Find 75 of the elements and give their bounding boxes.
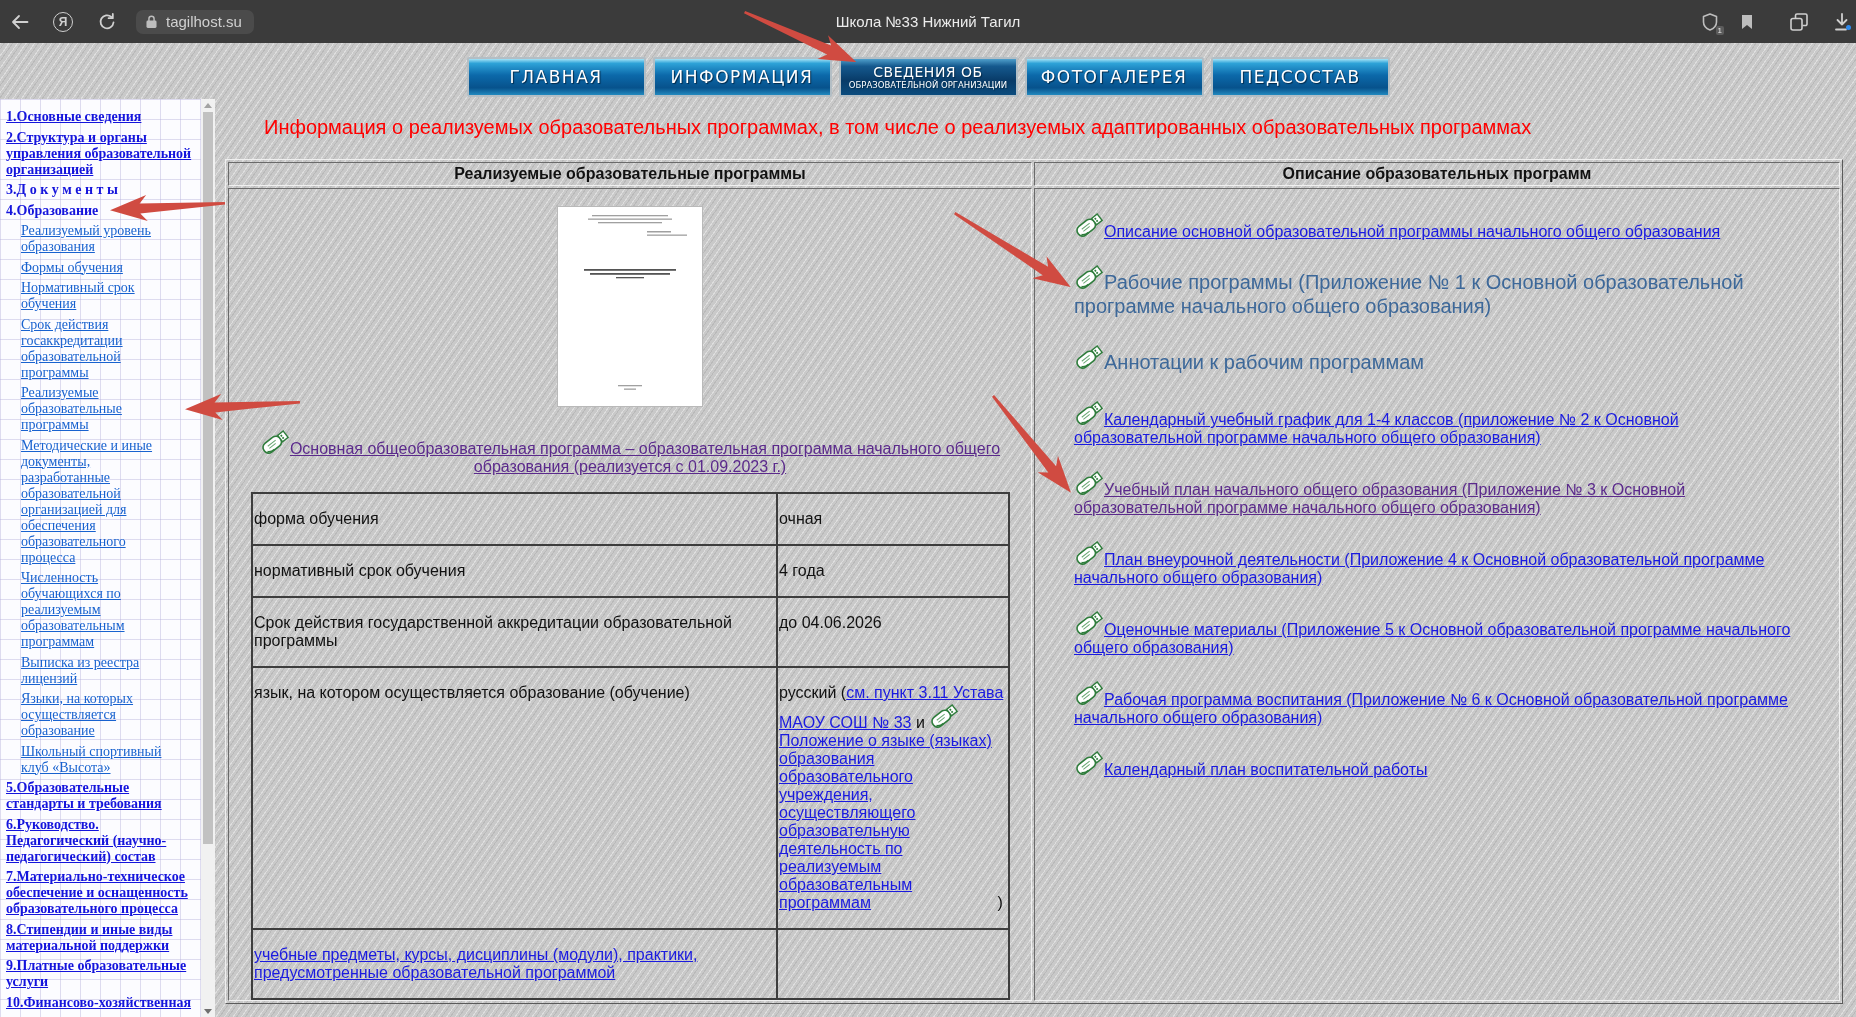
document-link[interactable]: Аннотации к рабочим программам xyxy=(1074,343,1425,374)
sidebar-link[interactable]: Срок действия госаккредитации образовательной программы xyxy=(21,316,173,381)
nav-tab[interactable]: ИНФОРМАЦИЯ xyxy=(652,57,832,97)
table-cell: 4 года xyxy=(777,545,1009,597)
column-header: Реализуемые образовательные программы xyxy=(228,162,1032,186)
document-link[interactable]: Рабочие программы (Приложение № 1 к Основной образовательной программе начального общего образования) xyxy=(1074,263,1802,318)
usb-drive-icon[interactable] xyxy=(1074,749,1104,778)
document-link[interactable]: Рабочая программа воспитания (Приложение № 6 к Основной образовательной программе начального общего образования) xyxy=(1074,679,1802,727)
download-icon[interactable] xyxy=(1835,12,1851,31)
shield-icon[interactable] xyxy=(1702,12,1718,31)
usb-drive-icon[interactable] xyxy=(1074,211,1104,240)
count-badge: 1 xyxy=(1715,25,1724,35)
scrollbar-thumb[interactable] xyxy=(203,112,213,844)
table-cell: до 04.06.2026 xyxy=(777,597,1009,667)
sidebar-link[interactable]: Методические и иные документы, разработанные образовательной организацией для обеспечения образовательного процесса xyxy=(21,437,173,566)
document-link[interactable]: Учебный план начального общего образования (Приложение № 3 к Основной образовательной программе начального общего образования) xyxy=(1074,469,1802,517)
stacked-squares-icon[interactable] xyxy=(1790,12,1808,31)
table-cell: очная xyxy=(777,493,1009,545)
sidebar-link[interactable]: 6.Руководство. Педагогический (научно-педагогический) состав xyxy=(6,816,196,865)
sidebar-link[interactable]: 9.Платные образовательные услуги xyxy=(6,958,196,990)
document-link[interactable]: МАОУ СОШ № 33 xyxy=(779,714,912,732)
lock-icon xyxy=(146,15,157,28)
usb-drive-icon[interactable] xyxy=(1074,399,1104,428)
reload-icon[interactable] xyxy=(98,12,116,31)
back-icon[interactable] xyxy=(11,12,29,31)
bookmark-icon[interactable] xyxy=(1741,13,1753,30)
sidebar-link[interactable]: Формы обучения xyxy=(21,259,123,276)
document-link[interactable]: Основная общеобразовательная программа – образовательная программа начального общего образования (реализуется с 01.09.2023 г.) xyxy=(251,428,1009,476)
nav-tab[interactable]: СВЕДЕНИЯ ОБ ОБРАЗОВАТЕЛЬНОЙ ОРГАНИЗАЦИИ xyxy=(838,57,1018,97)
sidebar-link[interactable]: Реализуемые образовательные программы xyxy=(21,385,173,433)
usb-drive-icon[interactable] xyxy=(1074,263,1104,292)
sidebar-link[interactable]: 7.Материально-техническое обеспечение и оснащенность образовательного процесса xyxy=(6,869,196,917)
usb-drive-icon[interactable] xyxy=(1074,469,1104,498)
document-link[interactable]: Оценочные материалы (Приложение 5 к Основной образовательной программе начального общего образования) xyxy=(1074,609,1802,657)
sidebar-link[interactable]: Реализуемый уровень образования xyxy=(21,223,173,255)
sidebar-link[interactable]: Языки, на которых осуществляется образование xyxy=(21,691,173,739)
sidebar-link[interactable]: Численность обучающихся по реализуемым образовательным программам xyxy=(21,570,173,650)
document-link[interactable]: Положение о языке (языках) образования образовательного учреждения, осуществляющего образовательную деятельность по реализуемым образовательным программам xyxy=(779,732,993,912)
nav-tab[interactable]: ПЕДСОСТАВ xyxy=(1210,57,1390,97)
sidebar-section[interactable]: 4.Образование xyxy=(6,202,99,219)
usb-drive-icon[interactable] xyxy=(1074,679,1104,708)
column-header: Описание образовательных программ xyxy=(1034,162,1840,186)
document-link[interactable]: см. пункт 3.11 Устава xyxy=(846,684,1004,702)
sidebar-link[interactable]: 2.Структура и органы управления образовательной организацией xyxy=(6,129,196,178)
usb-drive-icon[interactable] xyxy=(929,702,960,731)
address-bar[interactable]: tagilhost.su xyxy=(136,9,254,34)
document-link[interactable]: учебные предметы, курсы, дисциплины (модули), практики, предусмотренные образовательной программой xyxy=(254,946,775,982)
document-link[interactable]: Календарный учебный график для 1-4 классов (приложение № 2 к Основной образовательной программе начального общего образования) xyxy=(1074,399,1802,447)
sidebar-link[interactable]: 8.Стипендии и иные виды материальной поддержки xyxy=(6,921,196,954)
document-link[interactable]: План внеурочной деятельности (Приложение 4 к Основной образовательной программе начального общего образования) xyxy=(1074,539,1802,587)
usb-drive-icon[interactable] xyxy=(1074,539,1104,568)
sidebar-link[interactable]: Школьный спортивный клуб «Высота» xyxy=(21,743,173,776)
usb-drive-icon[interactable] xyxy=(1074,343,1104,372)
table-cell: Срок действия государственной аккредитации образовательной программы xyxy=(252,597,777,667)
sidebar-link[interactable]: 5.Образовательные стандарты и требования xyxy=(6,780,196,812)
nav-tab[interactable]: ФОТОГАЛЕРЕЯ xyxy=(1024,57,1204,97)
scroll-down-icon[interactable] xyxy=(204,1009,212,1014)
table-cell: язык, на котором осуществляется образование (обучение) xyxy=(252,667,777,929)
table-cell: форма обучения xyxy=(252,493,777,545)
sidebar-link[interactable]: 10.Финансово-хозяйственная xyxy=(6,994,192,1011)
sidebar-link[interactable]: Выписка из реестра лицензий xyxy=(21,654,173,687)
nav-tab[interactable]: ГЛАВНАЯ xyxy=(466,57,646,97)
cell-paragraph: русский (см. пункт 3.11 Устава МАОУ СОШ № 33 и Положение о языке (языках) образования образовательного учреждения, осуществляющего образовательную деятельность по реализуемым образовательным программам ) xyxy=(779,684,1005,912)
page-title: Школа №33 Нижний Тагил xyxy=(835,13,1021,30)
usb-drive-icon[interactable] xyxy=(259,428,290,457)
sidebar-link[interactable]: 1.Основные сведения xyxy=(6,109,142,125)
table-cell: нормативный срок обучения xyxy=(252,545,777,597)
sidebar-link[interactable]: Нормативный срок обучения xyxy=(21,280,173,312)
sidebar-section[interactable]: 3.Д о к у м е н т ы xyxy=(6,182,118,198)
document-thumbnail[interactable] xyxy=(558,207,702,406)
page-heading: Информация о реализуемых образовательных программах, в том числе о реализуемых адаптированных образовательных программах xyxy=(263,115,1533,139)
document-link[interactable]: Календарный план воспитательной работы xyxy=(1074,749,1428,779)
document-link[interactable]: Описание основной образовательной программы начального общего образования xyxy=(1074,211,1721,241)
scrollbar[interactable] xyxy=(201,99,215,1017)
usb-drive-icon[interactable] xyxy=(1074,609,1104,638)
